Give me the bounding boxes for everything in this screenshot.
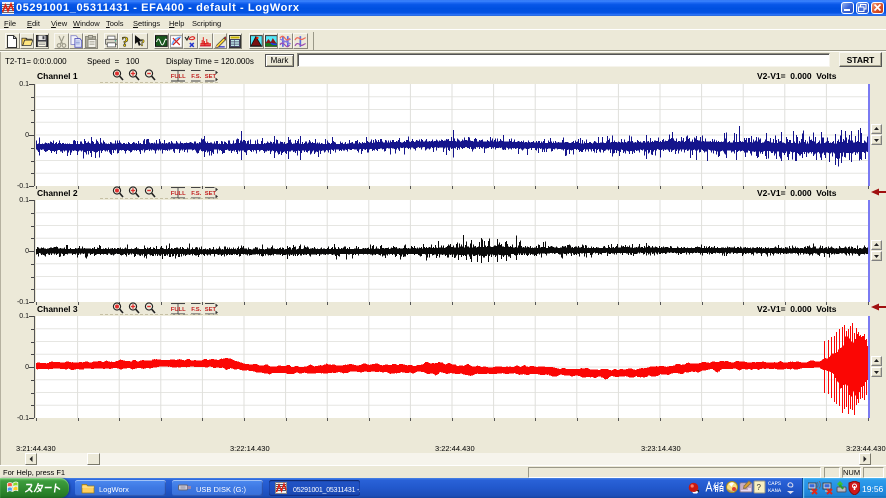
svg-text:F.S.: F.S. (191, 191, 201, 197)
svg-text:?: ? (140, 37, 145, 47)
svg-text:SET: SET (205, 307, 217, 313)
svg-text:FULL: FULL (171, 191, 186, 197)
svg-text:F.S.: F.S. (191, 74, 201, 80)
svg-text:?: ? (121, 35, 128, 49)
svg-text:F.S.: F.S. (191, 307, 201, 313)
svg-text:FULL: FULL (171, 74, 186, 80)
svg-text:FULL: FULL (171, 307, 186, 313)
svg-text:SET: SET (205, 74, 217, 80)
svg-text:?: ? (757, 483, 762, 492)
svg-text:SET: SET (205, 191, 217, 197)
